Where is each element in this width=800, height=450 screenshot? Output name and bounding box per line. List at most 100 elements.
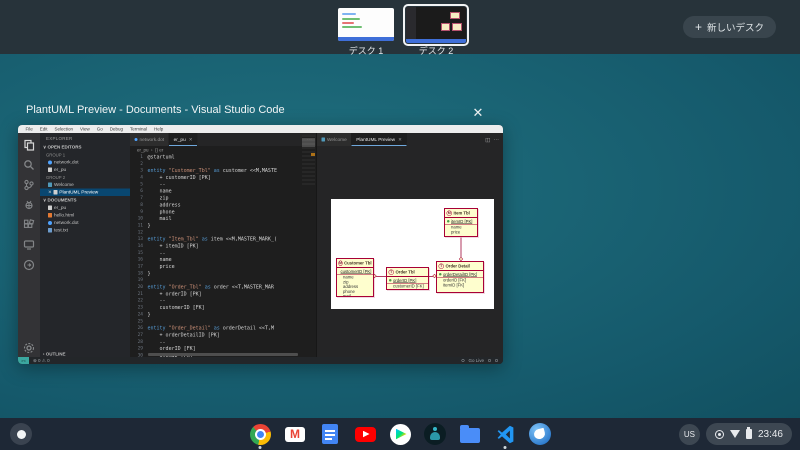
close-window-button[interactable]: ✕	[468, 103, 488, 123]
dot-file-icon	[48, 160, 52, 164]
open-editors-header[interactable]: ∨ OPEN EDITORS	[40, 143, 130, 151]
youtube-icon[interactable]	[353, 422, 377, 446]
horizontal-scrollbar[interactable]	[148, 353, 298, 356]
problems-errors[interactable]: ⊗ 0 ⚠ 0	[33, 358, 50, 364]
desk-2-thumbnail[interactable]	[403, 4, 469, 46]
plantuml-preview-pane[interactable]: MCustomer TblcustomerID [PK]namezipaddre…	[317, 146, 503, 357]
html-file-icon	[48, 213, 52, 218]
tab-close-icon[interactable]: ✕	[398, 137, 402, 143]
entity-spot-letter: M	[339, 260, 343, 266]
play-icon[interactable]	[388, 422, 412, 446]
mail-icon[interactable]	[528, 422, 552, 446]
search-icon[interactable]	[23, 158, 35, 170]
entity-title: Order Tbl	[396, 270, 415, 275]
txt-file-icon	[48, 228, 52, 233]
modified-dot-icon	[135, 138, 138, 141]
wifi-icon	[730, 430, 740, 438]
sidebar-item-group-1[interactable]: GROUP 1	[40, 151, 130, 159]
more-actions-icon[interactable]: ⋯	[494, 136, 500, 143]
go-live-button[interactable]: Go Live	[468, 358, 484, 363]
entity-field: customerID [FK]	[387, 284, 428, 289]
settings-gear-icon[interactable]	[23, 341, 35, 353]
menu-selection[interactable]: Selection	[51, 127, 77, 132]
explorer-icon[interactable]	[23, 138, 35, 150]
remote-indicator[interactable]: ><	[18, 357, 29, 364]
source-control-icon[interactable]	[23, 178, 35, 190]
code-line: 16 name	[130, 257, 316, 264]
sidebar-item-hello-html[interactable]: hello.html	[40, 212, 130, 220]
minimap[interactable]	[302, 135, 315, 187]
breadcrumb[interactable]: er_pu › {} er	[130, 146, 316, 154]
launcher-button[interactable]	[10, 423, 32, 445]
desk-1-thumbnail[interactable]	[338, 8, 394, 41]
account-icon[interactable]	[23, 258, 35, 270]
code-line: 15 --	[130, 250, 316, 257]
vscode-window[interactable]: FileEditSelectionViewGoDebugTerminalHelp…	[18, 125, 503, 364]
notification-icon	[715, 430, 724, 439]
remote-icon[interactable]	[23, 238, 35, 250]
feedback-icon[interactable]	[488, 359, 491, 362]
code-line: 11}	[130, 222, 316, 229]
activity-bar	[18, 133, 40, 357]
sidebar-item-network-dot[interactable]: network.dot	[40, 159, 130, 167]
explorer-sidebar: EXPLORER ∨ OPEN EDITORS GROUP 1network.d…	[40, 133, 130, 357]
keyboard-layout-button[interactable]: US	[679, 424, 700, 445]
sidebar-item-welcome[interactable]: Welcome	[40, 181, 130, 189]
code-line: 22 --	[130, 298, 316, 305]
sidebar-item-test-txt[interactable]: test.txt	[40, 227, 130, 235]
new-desk-button[interactable]: + 新しいデスク	[683, 16, 776, 38]
sidebar-item-network-dot[interactable]: network.dot	[40, 219, 130, 227]
folder-section-header[interactable]: ∨ DOCUMENTS	[40, 196, 130, 204]
status-area-button[interactable]: 23:46	[706, 423, 792, 445]
debug-icon[interactable]	[23, 198, 35, 210]
file-file-icon	[48, 206, 52, 211]
code-line: 4 + customerID [PK]	[130, 175, 316, 182]
sidebar-item-group-2[interactable]: GROUP 2	[40, 174, 130, 182]
menu-edit[interactable]: Edit	[36, 127, 51, 132]
tab-bar-group1: network.doter_pu✕⋯	[130, 133, 316, 146]
system-tray: US 23:46	[679, 423, 792, 445]
tab-er-pu[interactable]: er_pu✕	[169, 133, 197, 146]
code-line: 23 customerID [FK]	[130, 305, 316, 312]
menu-help[interactable]: Help	[150, 127, 166, 132]
code-line: 24}	[130, 311, 316, 318]
code-editor[interactable]: 1@startuml23entity "Customer_Tbl" as cus…	[130, 154, 316, 357]
menu-terminal[interactable]: Terminal	[126, 127, 150, 132]
editor-group-code: network.doter_pu✕⋯ er_pu › {} er 1@start…	[130, 133, 316, 357]
chrome-icon[interactable]	[248, 422, 272, 446]
code-line: 27 + orderDetailID [PK]	[130, 332, 316, 339]
files-icon[interactable]	[458, 422, 482, 446]
outline-section-header[interactable]: › OUTLINE	[40, 352, 130, 357]
tab-file-icon	[322, 138, 326, 142]
code-line: 5 --	[130, 181, 316, 188]
go-live-icon	[461, 359, 464, 362]
bell-icon[interactable]	[495, 359, 498, 362]
gmail-icon[interactable]: M	[283, 422, 307, 446]
entity-order-tbl: TOrder TblorderID [PK]customerID [FK]	[386, 267, 429, 290]
sidebar-item-plantuml-preview[interactable]: ✕PlantUML Preview	[40, 189, 130, 197]
menu-go[interactable]: Go	[93, 127, 106, 132]
code-line: 18}	[130, 270, 316, 277]
code-line: 26entity "Order_Detail" as orderDetail <…	[130, 325, 316, 332]
dark-app-icon[interactable]	[423, 422, 447, 446]
tab-close-icon[interactable]: ✕	[189, 137, 193, 143]
code-line: 28 --	[130, 339, 316, 346]
entity-header: TOrder Tbl	[387, 268, 428, 277]
menu-file[interactable]: File	[22, 127, 36, 132]
split-editor-icon[interactable]: ◫	[485, 136, 490, 143]
running-indicator-dot	[504, 446, 507, 449]
tab-plantuml-preview[interactable]: PlantUML Preview✕	[352, 133, 407, 146]
extensions-icon[interactable]	[23, 218, 35, 230]
tab-welcome[interactable]: Welcome	[317, 133, 352, 146]
editor-actions-group2: ◫⋯	[481, 133, 503, 146]
tab-network-dot[interactable]: network.dot	[130, 133, 169, 146]
entity-header: TOrder Detail	[437, 262, 483, 271]
sidebar-item-er-pu[interactable]: er_pu	[40, 204, 130, 212]
window-title: PlantUML Preview - Documents - Visual St…	[26, 104, 496, 122]
docs-icon[interactable]	[318, 422, 342, 446]
sidebar-item-er-pu[interactable]: er_pu	[40, 166, 130, 174]
menu-view[interactable]: View	[77, 127, 94, 132]
vscode-icon[interactable]	[493, 422, 517, 446]
menu-debug[interactable]: Debug	[106, 127, 126, 132]
code-line: 29 orderID [FK]	[130, 346, 316, 353]
